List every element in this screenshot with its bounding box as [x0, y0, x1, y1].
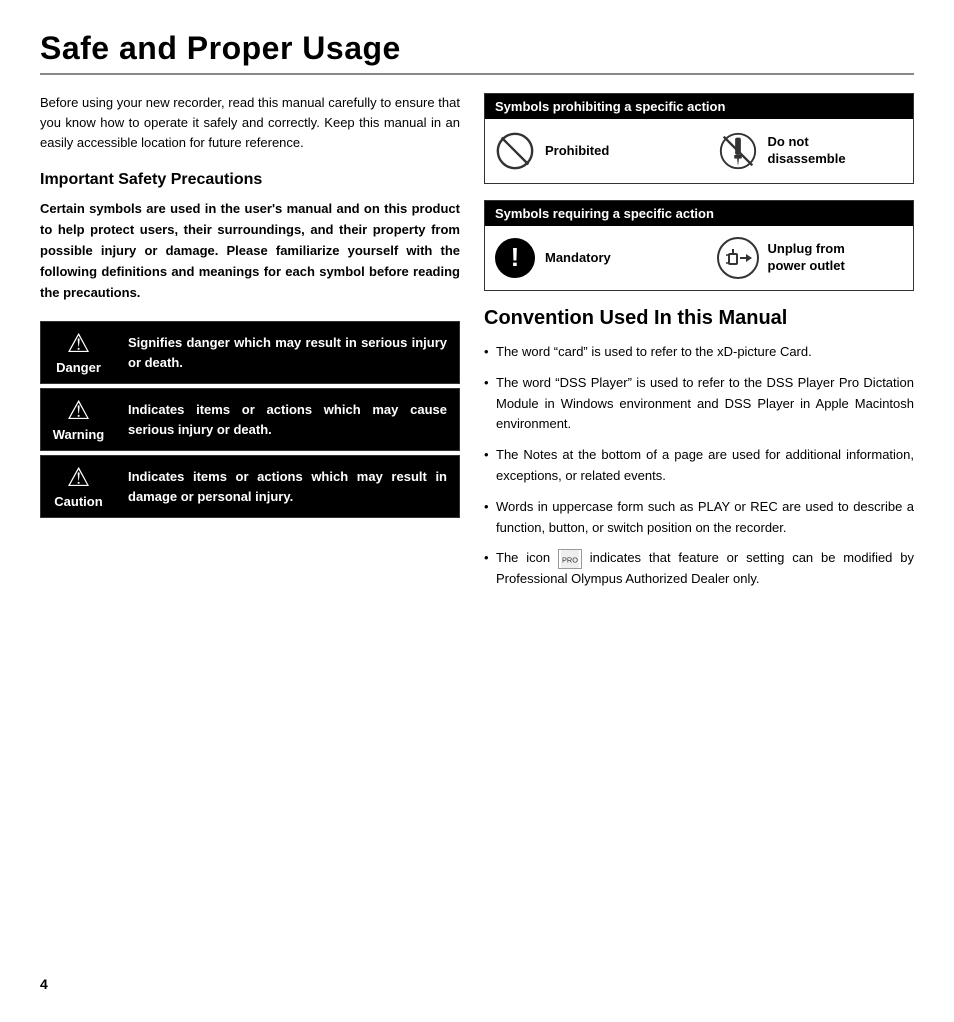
right-column: Symbols prohibiting a specific action Pr… [484, 93, 914, 600]
mandatory-icon: ! [493, 236, 537, 280]
warning-text: Indicates items or actions which may cau… [116, 389, 459, 450]
caution-triangle-icon: ⚠ [67, 464, 90, 490]
convention-item-4: Words in uppercase form such as PLAY or … [484, 497, 914, 539]
convention-icon-text: The icon [496, 550, 558, 565]
convention-heading: Convention Used In this Manual [484, 307, 914, 330]
disassemble-symbol-item: Do not disassemble [716, 129, 906, 173]
svg-text:!: ! [511, 242, 520, 272]
prohibited-label: Prohibited [545, 143, 609, 160]
unplug-icon [716, 236, 760, 280]
page-number: 4 [40, 976, 48, 992]
prohibited-symbol-item: Prohibited [493, 129, 683, 173]
danger-label: Danger [56, 360, 101, 375]
unplug-label: Unplug from power outlet [768, 241, 845, 275]
symbols-prohibit-box: Symbols prohibiting a specific action Pr… [484, 93, 914, 184]
convention-item-2: The word “DSS Player” is used to refer t… [484, 373, 914, 435]
unplug-symbol-item: Unplug from power outlet [716, 236, 906, 280]
symbols-require-header: Symbols requiring a specific action [485, 201, 913, 226]
warning-triangle-icon: ⚠ [67, 397, 90, 423]
warning-icon-area: ⚠ Warning [41, 389, 116, 450]
mandatory-label: Mandatory [545, 250, 611, 267]
symbols-prohibit-row: Prohibited [485, 119, 913, 183]
caution-text: Indicates items or actions which may res… [116, 456, 459, 517]
caution-label: Caution [54, 494, 102, 509]
danger-box: ⚠ Danger Signifies danger which may resu… [40, 321, 460, 384]
disassemble-icon [716, 129, 760, 173]
symbols-require-row: ! Mandatory [485, 226, 913, 290]
caution-icon-area: ⚠ Caution [41, 456, 116, 517]
intro-text: Before using your new recorder, read thi… [40, 93, 460, 153]
convention-item-1: The word “card” is used to refer to the … [484, 342, 914, 363]
disassemble-label: Do not disassemble [768, 134, 846, 168]
svg-text:PRO: PRO [562, 555, 578, 564]
convention-item-3: The Notes at the bottom of a page are us… [484, 445, 914, 487]
symbols-require-box: Symbols requiring a specific action ! Ma… [484, 200, 914, 291]
title-divider [40, 73, 914, 75]
warning-label: Warning [53, 427, 105, 442]
dealer-icon: PRO [558, 549, 582, 569]
mandatory-symbol-item: ! Mandatory [493, 236, 683, 280]
left-column: Before using your new recorder, read thi… [40, 93, 460, 600]
danger-triangle-icon: ⚠ [67, 330, 90, 356]
warning-box: ⚠ Warning Indicates items or actions whi… [40, 388, 460, 451]
safety-precautions-heading: Important Safety Precautions [40, 171, 460, 189]
convention-list: The word “card” is used to refer to the … [484, 342, 914, 590]
prohibited-icon [493, 129, 537, 173]
symbols-prohibit-header: Symbols prohibiting a specific action [485, 94, 913, 119]
caution-box: ⚠ Caution Indicates items or actions whi… [40, 455, 460, 518]
safety-body-text: Certain symbols are used in the user's m… [40, 199, 460, 303]
danger-icon-area: ⚠ Danger [41, 322, 116, 383]
convention-item-5: The icon PRO indicates that feature or s… [484, 548, 914, 590]
danger-text: Signifies danger which may result in ser… [116, 322, 459, 383]
page-title: Safe and Proper Usage [40, 30, 914, 67]
